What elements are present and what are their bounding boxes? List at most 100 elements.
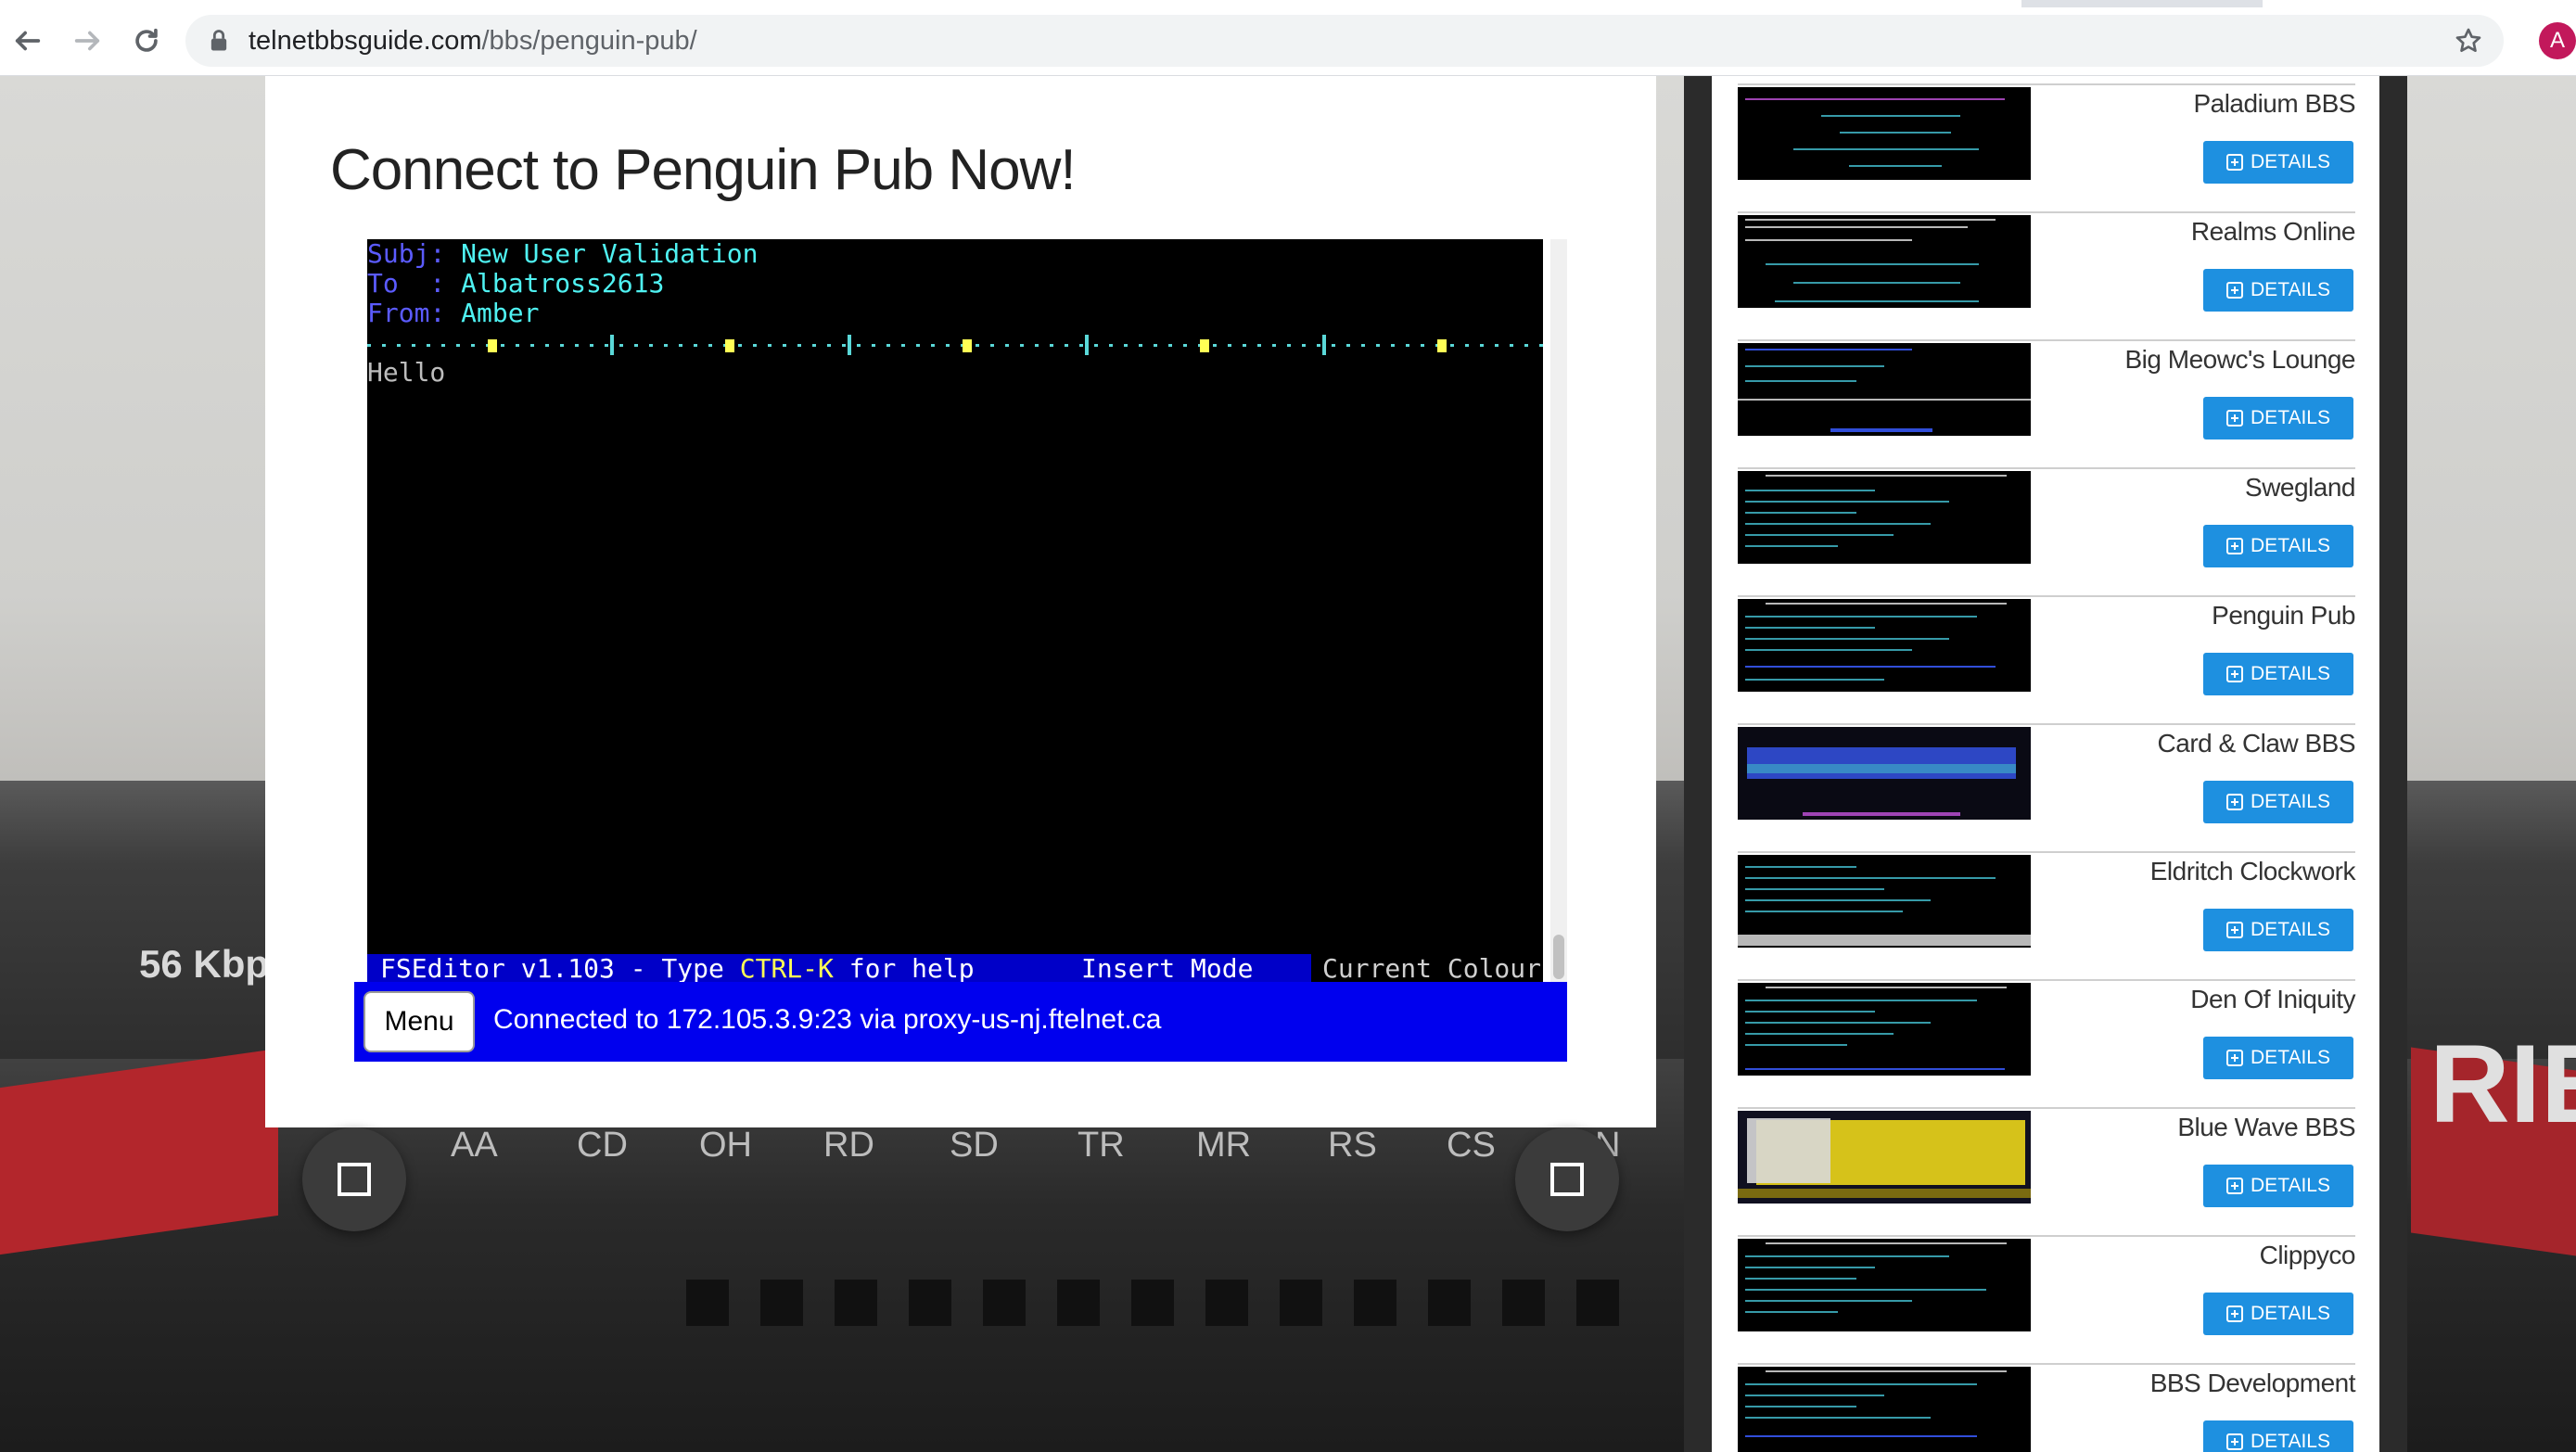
- ruler-column-mark: [610, 335, 614, 355]
- thumb-line: [1745, 365, 1884, 367]
- details-label: DETAILS: [2251, 791, 2330, 812]
- fullscreen-button-left[interactable]: [302, 1127, 406, 1231]
- details-button[interactable]: DETAILS: [2203, 781, 2353, 823]
- thumb-line: [1745, 1255, 1949, 1257]
- bbs-list-item: Den Of Iniquity DETAILS: [1738, 979, 2355, 1107]
- bbs-name[interactable]: Den Of Iniquity: [2190, 985, 2355, 1014]
- profile-avatar[interactable]: A: [2539, 22, 2576, 59]
- led-label: CS: [1447, 1126, 1496, 1165]
- bbs-thumbnail[interactable]: [1738, 471, 2031, 564]
- plus-square-icon: [2226, 1306, 2244, 1322]
- back-button[interactable]: [4, 17, 52, 65]
- bbs-thumbnail[interactable]: [1738, 983, 2031, 1076]
- thumb-line: [1830, 428, 1932, 432]
- modem-vent: [1131, 1280, 1174, 1326]
- bbs-name[interactable]: Penguin Pub: [2212, 601, 2355, 630]
- bbs-thumbnail[interactable]: [1738, 727, 2031, 820]
- bbs-name[interactable]: Big Meowc's Lounge: [2125, 345, 2356, 375]
- led-label: OH: [699, 1126, 752, 1165]
- thumb-line: [1745, 1289, 1986, 1291]
- details-label: DETAILS: [2251, 663, 2330, 684]
- details-button[interactable]: DETAILS: [2203, 1037, 2353, 1079]
- status-mode: Insert Mode: [1081, 953, 1254, 984]
- bbs-thumbnail[interactable]: [1738, 1111, 2031, 1204]
- bbs-name[interactable]: BBS Development: [2150, 1369, 2356, 1398]
- bbs-name[interactable]: Realms Online: [2191, 217, 2356, 247]
- thumb-line: [1766, 987, 2007, 988]
- thumb-line: [1821, 115, 1960, 117]
- status-colour: Current Colour: [1322, 953, 1542, 984]
- bbs-name[interactable]: Swegland: [2245, 473, 2355, 503]
- thumb-line: [1745, 98, 2005, 100]
- lock-icon[interactable]: [206, 28, 232, 54]
- details-label: DETAILS: [2251, 279, 2330, 300]
- led-label: SD: [950, 1126, 999, 1165]
- bbs-thumbnail[interactable]: [1738, 343, 2031, 436]
- details-label: DETAILS: [2251, 1047, 2330, 1068]
- bbs-thumbnail[interactable]: [1738, 599, 2031, 692]
- active-tab[interactable]: [0, 0, 2021, 7]
- thumb-line: [1840, 132, 1951, 134]
- terminal-scrollbar[interactable]: [1550, 239, 1567, 984]
- thumb-line: [1745, 666, 1996, 668]
- thumb-line: [1745, 1011, 1875, 1013]
- details-button[interactable]: DETAILS: [2203, 141, 2353, 184]
- bbs-thumbnail[interactable]: [1738, 1367, 2031, 1452]
- page-title: Connect to Penguin Pub Now!: [330, 138, 1077, 202]
- details-button[interactable]: DETAILS: [2203, 397, 2353, 439]
- thumb-line: [1745, 1022, 1931, 1024]
- details-button[interactable]: DETAILS: [2203, 1420, 2353, 1452]
- ruler-column-mark: [1085, 335, 1089, 355]
- thumb-line: [1745, 380, 1856, 382]
- details-button[interactable]: DETAILS: [2203, 909, 2353, 951]
- bbs-thumbnail[interactable]: [1738, 855, 2031, 948]
- modem-vent: [983, 1280, 1026, 1326]
- thumb-line: [1745, 1278, 1856, 1280]
- thumb-line: [1745, 1311, 1838, 1313]
- bbs-thumbnail[interactable]: [1738, 87, 2031, 180]
- plus-square-icon: [2226, 538, 2244, 554]
- bbs-thumbnail[interactable]: [1738, 1239, 2031, 1331]
- reload-button[interactable]: [122, 17, 171, 65]
- fullscreen-button-right[interactable]: [1515, 1127, 1619, 1231]
- bbs-sidebar: Paladium BBS DETAILS Realms Online DETAI…: [1712, 76, 2379, 1452]
- thumb-line: [1745, 512, 1856, 514]
- to-sep: :: [398, 268, 446, 299]
- bbs-name[interactable]: Card & Claw BBS: [2158, 729, 2356, 758]
- ruler-tab-stop: [488, 339, 497, 352]
- address-bar[interactable]: telnetbbsguide.com/bbs/penguin-pub/: [185, 15, 2504, 67]
- menu-button[interactable]: Menu: [363, 991, 475, 1052]
- bbs-name[interactable]: Blue Wave BBS: [2177, 1113, 2355, 1142]
- to-label: To: [367, 268, 399, 299]
- terminal-screen[interactable]: Subj: New User Validation To : Albatross…: [367, 239, 1543, 984]
- details-button[interactable]: DETAILS: [2203, 269, 2353, 312]
- thumb-banner: [1738, 1189, 2031, 1198]
- bbs-name[interactable]: Eldritch Clockwork: [2150, 857, 2356, 886]
- details-button[interactable]: DETAILS: [2203, 653, 2353, 695]
- bbs-thumbnail[interactable]: [1738, 215, 2031, 308]
- thumb-line: [1745, 877, 1996, 879]
- inactive-tab[interactable]: [2263, 0, 2576, 7]
- terminal-to-line: To : Albatross2613: [367, 269, 664, 299]
- thumb-banner: [1747, 1118, 1830, 1183]
- details-button[interactable]: DETAILS: [2203, 525, 2353, 567]
- thumb-line: [1745, 226, 1968, 228]
- to-value: Albatross2613: [461, 268, 665, 299]
- bbs-name[interactable]: Paladium BBS: [2193, 89, 2355, 119]
- from-sep: :: [429, 298, 446, 328]
- scrollbar-thumb[interactable]: [1553, 935, 1564, 979]
- forward-button[interactable]: [63, 17, 111, 65]
- bbs-name[interactable]: Clippyco: [2260, 1241, 2356, 1270]
- from-value: Amber: [461, 298, 540, 328]
- modem-speed-label: 56 Kbp: [139, 942, 270, 986]
- star-icon[interactable]: [2454, 26, 2483, 56]
- bbs-list-item: Card & Claw BBS DETAILS: [1738, 723, 2356, 851]
- details-button[interactable]: DETAILS: [2203, 1293, 2353, 1335]
- message-body[interactable]: Hello: [367, 358, 445, 388]
- square-icon: [338, 1163, 371, 1196]
- thumb-line: [1745, 219, 1996, 221]
- url-text[interactable]: telnetbbsguide.com/bbs/penguin-pub/: [249, 26, 697, 57]
- thumb-line: [1745, 1000, 1977, 1001]
- ruler-tab-stop: [963, 339, 972, 352]
- details-button[interactable]: DETAILS: [2203, 1165, 2353, 1207]
